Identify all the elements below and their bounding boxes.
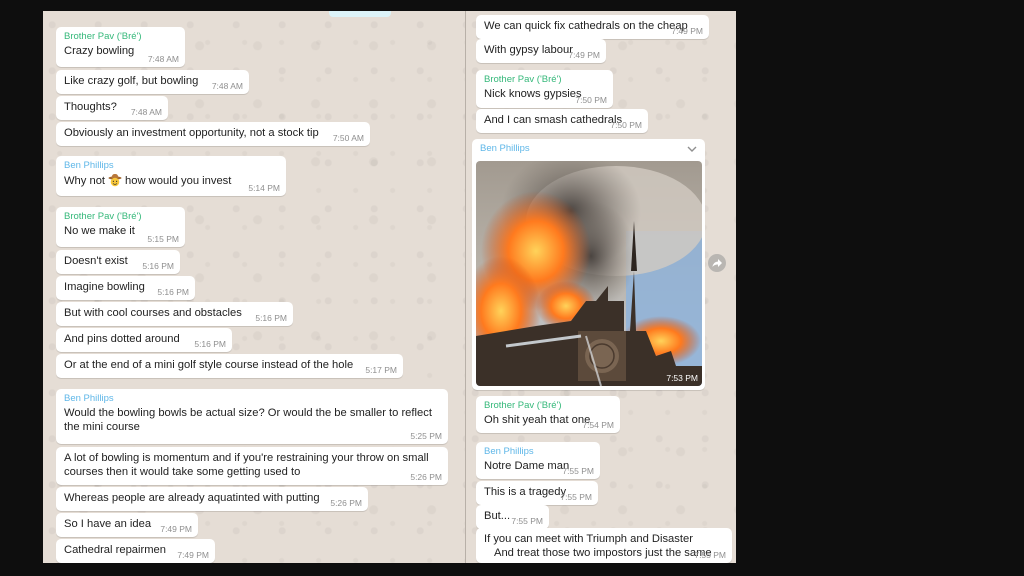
message-bubble[interactable]: Brother Pav ('Bré') No we make it 5:15 P… bbox=[56, 207, 185, 247]
message-bubble[interactable]: Brother Pav ('Bré') Crazy bowling 7:48 A… bbox=[56, 27, 185, 67]
message-time: 7:55 PM bbox=[511, 516, 543, 526]
sender-name: Ben Phillips bbox=[64, 393, 114, 404]
message-time: 7:48 AM bbox=[211, 81, 243, 91]
message-text-line: If you can meet with Triumph and Disaste… bbox=[484, 533, 693, 545]
partial-message-bubble bbox=[329, 11, 391, 17]
message-bubble[interactable]: So I have an idea 7:49 PM bbox=[56, 513, 198, 537]
sender-name: Brother Pav ('Bré') bbox=[484, 400, 562, 411]
message-bubble[interactable]: A lot of bowling is momentum and if you'… bbox=[56, 447, 448, 485]
message-text: But with cool courses and obstacles bbox=[64, 307, 242, 319]
message-bubble[interactable]: If you can meet with Triumph and Disaste… bbox=[476, 528, 732, 563]
message-text: Why not how would you invest bbox=[64, 173, 278, 188]
forward-arrow-icon bbox=[712, 259, 722, 267]
message-text: Obviously an investment opportunity, not… bbox=[64, 127, 319, 139]
message-text: Whereas people are already aquatinted wi… bbox=[64, 492, 320, 504]
message-text-line: courses then it would take some getting … bbox=[64, 466, 301, 478]
message-bubble[interactable]: But with cool courses and obstacles 5:16… bbox=[56, 302, 293, 326]
message-bubble[interactable]: Brother Pav ('Bré') Oh shit yeah that on… bbox=[476, 396, 620, 433]
chevron-down-icon[interactable] bbox=[687, 145, 697, 153]
message-bubble[interactable]: Imagine bowling 5:16 PM bbox=[56, 276, 195, 300]
sender-name: Brother Pav ('Bré') bbox=[64, 211, 142, 222]
message-bubble[interactable]: Doesn't exist 5:16 PM bbox=[56, 250, 180, 274]
message-bubble[interactable]: Or at the end of a mini golf style cours… bbox=[56, 354, 403, 378]
message-time: 7:49 PM bbox=[568, 50, 600, 60]
message-time: 7:54 PM bbox=[582, 420, 614, 430]
cowboy-face-emoji-icon bbox=[108, 173, 122, 187]
message-bubble[interactable]: And pins dotted around 5:16 PM bbox=[56, 328, 232, 352]
message-bubble[interactable]: With gypsy labour 7:49 PM bbox=[476, 39, 606, 63]
message-time: 5:26 PM bbox=[330, 498, 362, 508]
message-time: 7:49 PM bbox=[671, 26, 703, 36]
forward-share-icon[interactable] bbox=[708, 254, 726, 272]
message-time: 7:50 AM bbox=[332, 133, 364, 143]
chat-panel-right[interactable]: We can quick fix cathedrals on the cheap… bbox=[466, 11, 736, 563]
message-time: 7:49 PM bbox=[160, 524, 192, 534]
message-bubble[interactable]: Cathedral repairmen 7:49 PM bbox=[56, 539, 215, 563]
message-bubble[interactable]: Whereas people are already aquatinted wi… bbox=[56, 487, 368, 511]
sender-name: Brother Pav ('Bré') bbox=[484, 74, 562, 85]
message-time: 5:14 PM bbox=[248, 183, 280, 193]
message-time: 5:26 PM bbox=[410, 472, 442, 482]
message-bubble[interactable]: And I can smash cathedrals 7:50 PM bbox=[476, 109, 648, 133]
message-time: 5:15 PM bbox=[147, 234, 179, 244]
message-bubble[interactable]: This is a tragedy 7:55 PM bbox=[476, 481, 598, 505]
message-bubble[interactable]: Thoughts? 7:48 AM bbox=[56, 96, 168, 120]
message-bubble[interactable]: Obviously an investment opportunity, not… bbox=[56, 122, 370, 146]
message-time: 5:16 PM bbox=[157, 287, 189, 297]
message-bubble[interactable]: We can quick fix cathedrals on the cheap… bbox=[476, 15, 709, 39]
message-text-line: And treat those two impostors just the s… bbox=[494, 547, 712, 559]
message-bubble[interactable]: Ben Phillips Would the bowling bowls be … bbox=[56, 389, 448, 444]
message-text-line: A lot of bowling is momentum and if you'… bbox=[64, 452, 429, 464]
message-time: 5:16 PM bbox=[142, 261, 174, 271]
message-bubble[interactable]: But... 7:55 PM bbox=[476, 505, 549, 529]
message-bubble[interactable]: Like crazy golf, but bowling 7:48 AM bbox=[56, 70, 249, 94]
chat-panel-left[interactable]: Brother Pav ('Bré') Crazy bowling 7:48 A… bbox=[43, 11, 465, 563]
message-text: We can quick fix cathedrals on the cheap bbox=[484, 20, 688, 32]
message-time: 7:50 PM bbox=[610, 120, 642, 130]
message-time: 7:49 PM bbox=[177, 550, 209, 560]
message-text-part: Why not bbox=[64, 175, 106, 187]
cathedral-fire-photo[interactable]: 7:53 PM bbox=[476, 161, 702, 386]
message-time: 5:16 PM bbox=[194, 339, 226, 349]
message-time: 7:55 PM bbox=[694, 550, 726, 560]
message-text: Or at the end of a mini golf style cours… bbox=[64, 359, 354, 371]
message-time: 7:53 PM bbox=[666, 373, 698, 383]
message-text-line: Would the bowling bowls be actual size? … bbox=[64, 407, 432, 419]
message-text-line: the mini course bbox=[64, 421, 140, 433]
sender-name: Ben Phillips bbox=[484, 446, 534, 457]
sender-name: Brother Pav ('Bré') bbox=[64, 31, 142, 42]
message-time: 5:17 PM bbox=[365, 365, 397, 375]
sender-name: Ben Phillips bbox=[64, 160, 114, 171]
message-bubble[interactable]: Brother Pav ('Bré') Nick knows gypsies 7… bbox=[476, 70, 613, 108]
message-time: 7:48 AM bbox=[130, 107, 162, 117]
message-bubble[interactable]: Ben Phillips Why not how would you inves… bbox=[56, 156, 286, 196]
message-bubble[interactable]: Ben Phillips Notre Dame man 7:55 PM bbox=[476, 442, 600, 479]
message-time: 5:16 PM bbox=[255, 313, 287, 323]
message-text-part: how would you invest bbox=[125, 175, 232, 187]
sender-name: Ben Phillips bbox=[480, 143, 530, 154]
message-time: 7:50 PM bbox=[575, 95, 607, 105]
message-time: 7:48 AM bbox=[147, 54, 179, 64]
image-message-bubble[interactable]: Ben Phillips 7:53 PM bbox=[472, 139, 705, 390]
photo-image bbox=[476, 161, 702, 386]
message-time: 7:55 PM bbox=[562, 466, 594, 476]
message-time: 5:25 PM bbox=[410, 431, 442, 441]
message-time: 7:55 PM bbox=[560, 492, 592, 502]
